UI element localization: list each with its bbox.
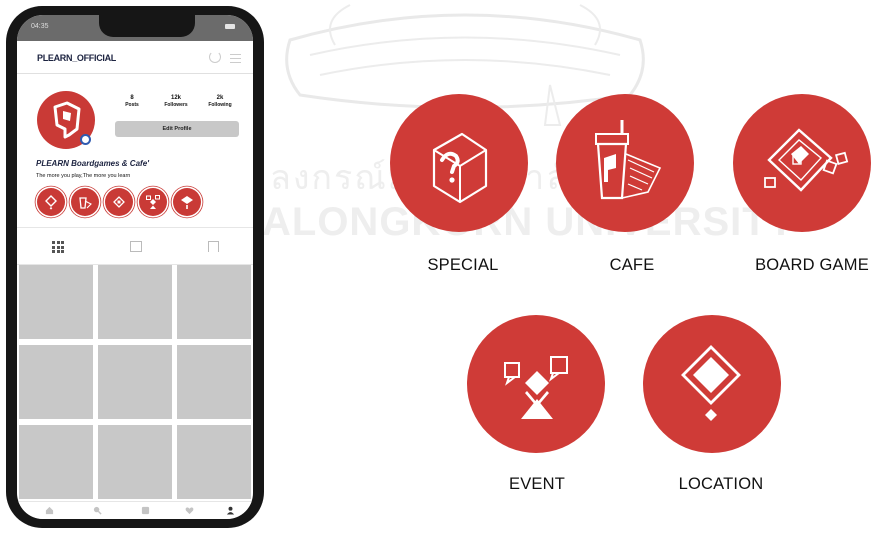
post-thumbnail[interactable] bbox=[98, 345, 172, 419]
board-game-category-circle[interactable] bbox=[733, 94, 871, 232]
stat-posts-label: Posts bbox=[125, 102, 139, 108]
add-post-icon[interactable] bbox=[141, 506, 150, 515]
edit-profile-button[interactable]: Edit Profile bbox=[115, 121, 239, 137]
bottom-nav bbox=[17, 501, 253, 519]
post-grid bbox=[19, 265, 251, 500]
post-thumbnail[interactable] bbox=[98, 425, 172, 499]
grid-icon[interactable] bbox=[52, 241, 64, 253]
highlight-location[interactable] bbox=[37, 188, 65, 216]
stat-followers-label: Followers bbox=[164, 102, 188, 108]
location-icon bbox=[45, 195, 57, 210]
location-icon bbox=[681, 345, 741, 421]
post-thumbnail[interactable] bbox=[177, 265, 251, 339]
search-icon[interactable] bbox=[93, 506, 102, 515]
battery-icon bbox=[225, 24, 235, 29]
watermark-university-text: ALONGKORN UNIVERSITY bbox=[262, 200, 796, 244]
stat-posts[interactable]: 8 Posts bbox=[112, 95, 152, 108]
phone-screen: 04:35 PLEARN_OFFICIAL 8 Posts 12k Follow… bbox=[17, 15, 253, 519]
stat-following-label: Following bbox=[208, 102, 232, 108]
post-thumbnail[interactable] bbox=[19, 265, 93, 339]
post-thumbnail[interactable] bbox=[98, 265, 172, 339]
event-label: EVENT bbox=[508, 475, 565, 493]
cafe-icon bbox=[79, 197, 92, 209]
menu-icon[interactable] bbox=[230, 54, 241, 66]
cafe-category-circle[interactable] bbox=[556, 94, 694, 232]
board-game-label: BOARD GAME bbox=[755, 256, 869, 274]
profile-header: PLEARN_OFFICIAL bbox=[17, 41, 253, 74]
bio-text: The more you play,The more you learn bbox=[36, 173, 131, 179]
board-game-icon bbox=[113, 196, 125, 208]
refresh-icon[interactable] bbox=[209, 51, 221, 63]
cafe-label: CAFE bbox=[609, 256, 655, 274]
phone-mockup: 04:35 PLEARN_OFFICIAL 8 Posts 12k Follow… bbox=[6, 6, 264, 528]
special-label: SPECIAL bbox=[427, 256, 499, 274]
stat-followers[interactable]: 12k Followers bbox=[156, 95, 196, 108]
post-thumbnail[interactable] bbox=[177, 425, 251, 499]
stat-posts-value: 8 bbox=[130, 95, 134, 101]
reels-icon[interactable] bbox=[130, 241, 142, 252]
phone-notch bbox=[99, 15, 195, 37]
location-category-circle[interactable] bbox=[643, 315, 781, 453]
event-icon bbox=[504, 356, 568, 419]
special-icon bbox=[432, 132, 488, 204]
profile-icon[interactable] bbox=[226, 506, 235, 515]
status-time: 04:35 bbox=[31, 23, 49, 30]
profile-username[interactable]: PLEARN_OFFICIAL bbox=[37, 53, 116, 63]
profile-tab-bar bbox=[17, 227, 253, 265]
event-icon bbox=[146, 195, 160, 209]
tagged-icon[interactable] bbox=[208, 241, 219, 252]
home-icon[interactable] bbox=[45, 506, 54, 515]
event-category-circle[interactable] bbox=[467, 315, 605, 453]
location-label: LOCATION bbox=[678, 475, 764, 493]
cafe-icon bbox=[595, 120, 662, 200]
stat-followers-value: 12k bbox=[170, 95, 181, 101]
highlight-event[interactable] bbox=[139, 188, 167, 216]
board-game-icon bbox=[764, 128, 849, 192]
post-thumbnail[interactable] bbox=[19, 425, 93, 499]
heart-icon[interactable] bbox=[185, 506, 194, 515]
stat-following[interactable]: 2k Following bbox=[200, 95, 240, 108]
stat-following-value: 2k bbox=[216, 95, 224, 101]
special-icon bbox=[181, 196, 193, 209]
highlight-board-game[interactable] bbox=[105, 188, 133, 216]
post-thumbnail[interactable] bbox=[177, 345, 251, 419]
post-thumbnail[interactable] bbox=[19, 345, 93, 419]
special-category-circle[interactable] bbox=[390, 94, 528, 232]
highlight-cafe[interactable] bbox=[71, 188, 99, 216]
bio-name: PLEARN Boardgames & Cafe' bbox=[36, 159, 150, 168]
story-badge bbox=[80, 134, 91, 145]
highlight-special[interactable] bbox=[173, 188, 201, 216]
